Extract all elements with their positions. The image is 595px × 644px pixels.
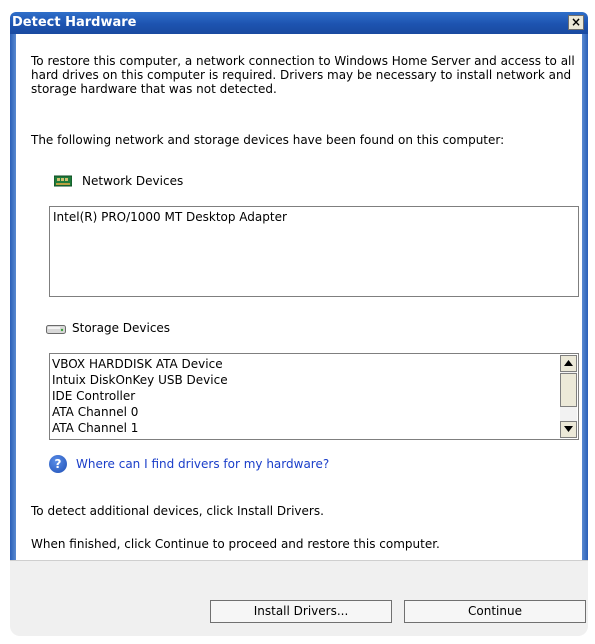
window-title: Detect Hardware xyxy=(12,15,137,30)
scroll-down-button[interactable] xyxy=(560,421,577,438)
title-bar[interactable]: Detect Hardware × xyxy=(10,12,588,34)
network-device-item[interactable]: Intel(R) PRO/1000 MT Desktop Adapter xyxy=(50,207,578,227)
storage-device-item[interactable]: ATA Channel 1 xyxy=(52,420,552,436)
dialog-body: To restore this computer, a network conn… xyxy=(16,34,582,588)
storage-items: VBOX HARDDISK ATA Device Intuix DiskOnKe… xyxy=(52,356,552,436)
detect-hardware-window: Detect Hardware × To restore this comput… xyxy=(0,0,595,644)
storage-device-item[interactable]: ATA Channel 0 xyxy=(52,404,552,420)
storage-devices-list[interactable]: VBOX HARDDISK ATA Device Intuix DiskOnKe… xyxy=(49,353,579,440)
storage-device-item[interactable]: IDE Controller xyxy=(52,388,552,404)
storage-scrollbar[interactable] xyxy=(560,355,577,438)
found-devices-text: The following network and storage device… xyxy=(31,133,505,147)
scroll-thumb[interactable] xyxy=(560,373,577,407)
find-drivers-link[interactable]: Where can I find drivers for my hardware… xyxy=(76,457,329,471)
storage-device-item[interactable]: Intuix DiskOnKey USB Device xyxy=(52,372,552,388)
continue-button[interactable]: Continue xyxy=(404,600,586,623)
help-icon: ? xyxy=(49,455,67,473)
finish-hint-text: When finished, click Continue to proceed… xyxy=(31,537,440,551)
network-devices-label: Network Devices xyxy=(82,174,184,188)
close-icon: × xyxy=(570,15,582,29)
network-devices-list[interactable]: Intel(R) PRO/1000 MT Desktop Adapter xyxy=(49,206,579,297)
detect-hint-text: To detect additional devices, click Inst… xyxy=(31,504,324,518)
scroll-up-button[interactable] xyxy=(560,355,577,372)
intro-text: To restore this computer, a network conn… xyxy=(31,54,575,96)
arrow-down-icon xyxy=(564,426,573,432)
window-frame-right xyxy=(582,34,588,594)
install-drivers-button[interactable]: Install Drivers... xyxy=(210,600,392,623)
arrow-up-icon xyxy=(564,360,573,366)
network-adapter-icon xyxy=(54,175,72,187)
hard-drive-icon xyxy=(46,325,66,334)
close-button[interactable]: × xyxy=(568,15,584,30)
button-footer: Install Drivers... Continue xyxy=(10,560,588,636)
storage-devices-label: Storage Devices xyxy=(72,321,171,335)
storage-device-item[interactable]: VBOX HARDDISK ATA Device xyxy=(52,356,552,372)
